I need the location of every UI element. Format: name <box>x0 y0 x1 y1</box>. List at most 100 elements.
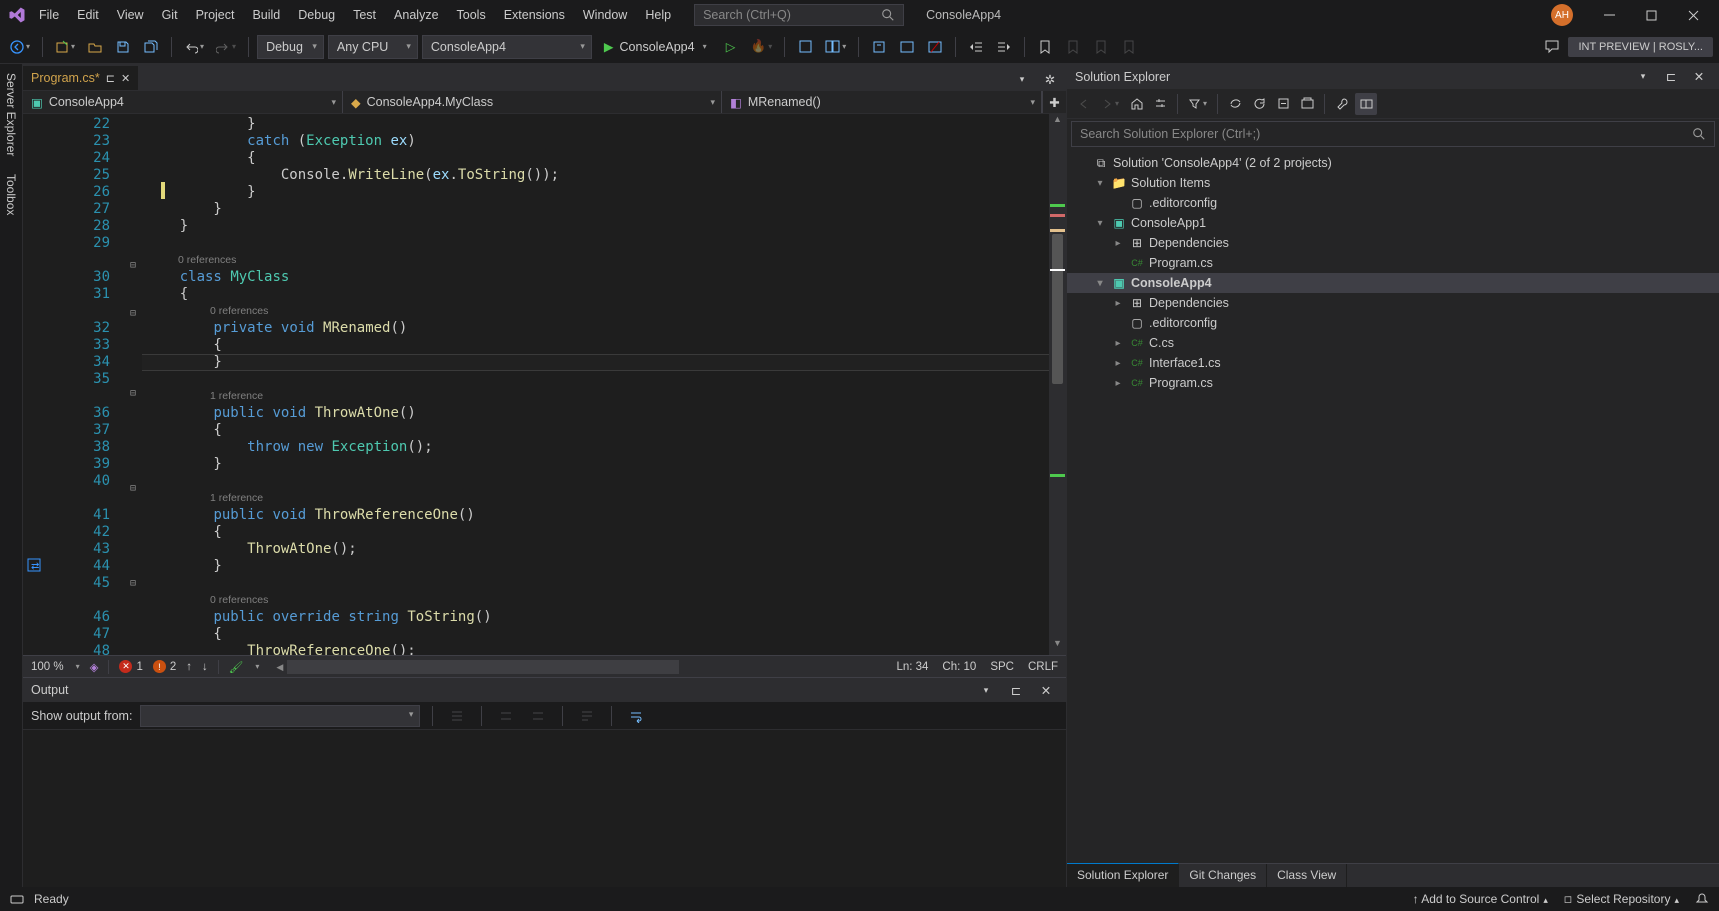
go-up-button[interactable]: ↑ <box>186 661 192 673</box>
close-tab-icon[interactable]: ✕ <box>121 72 130 85</box>
se-refresh-button[interactable] <box>1248 93 1270 115</box>
redo-button[interactable]: ▾ <box>212 35 240 59</box>
toolbox-tab[interactable]: Toolbox <box>0 165 22 224</box>
se-sync-button[interactable] <box>1224 93 1246 115</box>
feedback-button[interactable] <box>1540 35 1564 59</box>
word-wrap-button[interactable] <box>624 704 648 728</box>
start-without-debug-button[interactable]: ▷ <box>719 35 743 59</box>
panel-close-button[interactable]: ✕ <box>1687 65 1711 89</box>
hot-reload-button[interactable]: 🔥▾ <box>747 35 777 59</box>
new-project-button[interactable]: ▾ <box>51 35 79 59</box>
nav-back-button[interactable]: ▾ <box>6 35 34 59</box>
menu-analyze[interactable]: Analyze <box>385 3 447 27</box>
undo-button[interactable]: ▾ <box>180 35 208 59</box>
start-debug-button[interactable]: ▶ ConsoleApp4 ▾ <box>596 35 715 59</box>
vertical-scrollbar[interactable]: ▲ ▼ <box>1049 114 1066 655</box>
se-preview-button[interactable] <box>1355 93 1377 115</box>
next-bookmark-button[interactable] <box>1089 35 1113 59</box>
startup-project-dropdown[interactable]: ConsoleApp4 <box>422 35 592 59</box>
scroll-thumb[interactable] <box>1052 234 1063 384</box>
panel-tab[interactable]: Solution Explorer <box>1067 863 1179 887</box>
horizontal-scrollbar[interactable]: ◀ ▶ <box>273 660 693 674</box>
se-collapse-button[interactable] <box>1272 93 1294 115</box>
step-into-button[interactable] <box>793 35 817 59</box>
clear-bookmarks-button[interactable] <box>1117 35 1141 59</box>
code-editor[interactable]: ⇄ 22232425262728293031323334353637383940… <box>23 114 1066 655</box>
panel-dropdown-button[interactable]: ▾ <box>974 678 998 702</box>
comment-button[interactable] <box>895 35 919 59</box>
suggestion-margin-icon[interactable]: ⇄ <box>27 558 41 572</box>
tree-item[interactable]: ▢.editorconfig <box>1067 313 1719 333</box>
panel-tab[interactable]: Git Changes <box>1179 864 1267 887</box>
error-count[interactable]: ✕1 <box>119 660 142 673</box>
tree-item[interactable]: ▸C#C.cs <box>1067 333 1719 353</box>
solution-tree[interactable]: ⧉Solution 'ConsoleApp4' (2 of 2 projects… <box>1067 149 1719 863</box>
output-text-area[interactable] <box>23 730 1066 887</box>
se-show-all-button[interactable] <box>1296 93 1318 115</box>
prev-bookmark-button[interactable] <box>1061 35 1085 59</box>
server-explorer-tab[interactable]: Server Explorer <box>0 64 22 165</box>
scroll-up-button[interactable]: ▲ <box>1049 114 1066 131</box>
go-down-button[interactable]: ↓ <box>202 661 208 673</box>
global-search-input[interactable]: Search (Ctrl+Q) <box>694 4 904 26</box>
pin-icon[interactable]: ⊏ <box>106 72 115 85</box>
se-home-button[interactable] <box>1125 93 1147 115</box>
tree-item[interactable]: ▢.editorconfig <box>1067 193 1719 213</box>
save-all-button[interactable] <box>139 35 163 59</box>
zoom-level[interactable]: 100 % <box>31 661 64 673</box>
line-ending[interactable]: CRLF <box>1028 661 1058 673</box>
expand-icon[interactable]: ▾ <box>1093 178 1107 189</box>
menu-file[interactable]: File <box>30 3 68 27</box>
tree-item[interactable]: ▸⊞Dependencies <box>1067 233 1719 253</box>
nav-member-dropdown[interactable]: ◧ MRenamed() <box>722 91 1042 113</box>
solution-explorer-search[interactable]: Search Solution Explorer (Ctrl+;) <box>1071 121 1715 147</box>
notifications-button[interactable] <box>1695 892 1709 906</box>
panel-pin-button[interactable]: ⊏ <box>1004 678 1028 702</box>
no-issues-icon[interactable]: ◈ <box>90 660 99 674</box>
find-in-files-button[interactable] <box>867 35 891 59</box>
nav-class-dropdown[interactable]: ◆ ConsoleApp4.MyClass <box>343 91 722 113</box>
nav-project-dropdown[interactable]: ▣ ConsoleApp4 <box>23 91 343 113</box>
folding-column[interactable]: ⊟⊟⊟⊟⊟ <box>124 114 142 655</box>
prev-message-button[interactable] <box>494 704 518 728</box>
se-properties-button[interactable] <box>1331 93 1353 115</box>
code-cleanup-button[interactable]: 🖌 <box>229 660 244 674</box>
minimize-button[interactable] <box>1589 0 1629 30</box>
panel-pin-button[interactable]: ⊏ <box>1659 65 1683 89</box>
open-button[interactable] <box>83 35 107 59</box>
code-content[interactable]: } catch (Exception ex) { Console.WriteLi… <box>142 114 1049 655</box>
menu-tools[interactable]: Tools <box>448 3 495 27</box>
cursor-col[interactable]: Ch: 10 <box>942 661 976 673</box>
expand-icon[interactable]: ▾ <box>1093 218 1107 229</box>
cursor-line[interactable]: Ln: 34 <box>896 661 928 673</box>
outdent-button[interactable] <box>992 35 1016 59</box>
menu-build[interactable]: Build <box>243 3 289 27</box>
expand-icon[interactable]: ▾ <box>1093 278 1107 289</box>
indent-mode[interactable]: SPC <box>990 661 1014 673</box>
panel-tab[interactable]: Class View <box>1267 864 1347 887</box>
menu-window[interactable]: Window <box>574 3 636 27</box>
expand-icon[interactable]: ▸ <box>1111 298 1125 309</box>
document-tab[interactable]: Program.cs* ⊏ ✕ <box>23 65 138 90</box>
scroll-down-button[interactable]: ▼ <box>1049 638 1066 655</box>
expand-icon[interactable]: ▸ <box>1111 238 1125 249</box>
step-over-button[interactable]: ▾ <box>821 35 850 59</box>
se-filter-button[interactable]: ▾ <box>1184 93 1211 115</box>
tree-item[interactable]: C#Program.cs <box>1067 253 1719 273</box>
close-button[interactable] <box>1673 0 1713 30</box>
tab-overflow-button[interactable]: ▾ <box>1010 67 1034 91</box>
tree-item[interactable]: ▸C#Interface1.cs <box>1067 353 1719 373</box>
solution-platform-dropdown[interactable]: Any CPU <box>328 35 418 59</box>
menu-view[interactable]: View <box>108 3 153 27</box>
tree-item[interactable]: ▸C#Program.cs <box>1067 373 1719 393</box>
menu-test[interactable]: Test <box>344 3 385 27</box>
menu-project[interactable]: Project <box>187 3 244 27</box>
se-switch-view-button[interactable] <box>1149 93 1171 115</box>
split-editor-button[interactable]: ✚ <box>1042 91 1066 113</box>
expand-icon[interactable]: ▸ <box>1111 378 1125 389</box>
maximize-button[interactable] <box>1631 0 1671 30</box>
user-avatar[interactable]: AH <box>1551 4 1573 26</box>
menu-debug[interactable]: Debug <box>289 3 344 27</box>
goto-message-button[interactable] <box>445 704 469 728</box>
menu-edit[interactable]: Edit <box>68 3 108 27</box>
